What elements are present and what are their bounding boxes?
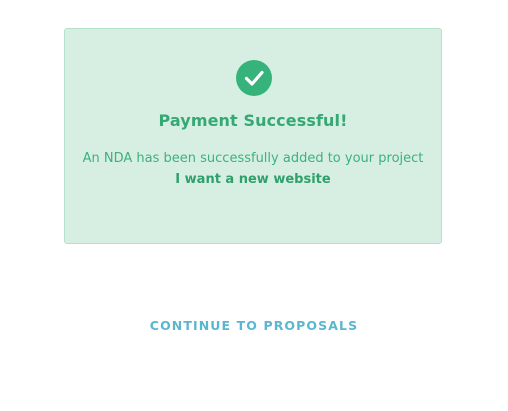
payment-success-card: Payment Successful! An NDA has been succ… xyxy=(64,28,442,244)
payment-success-message: An NDA has been successfully added to yo… xyxy=(65,148,441,190)
nda-added-text: An NDA has been successfully added to yo… xyxy=(82,151,424,166)
project-name: I want a new website xyxy=(175,172,331,187)
payment-success-title: Payment Successful! xyxy=(158,111,348,130)
check-circle-icon xyxy=(236,60,272,96)
continue-to-proposals-link[interactable]: CONTINUE TO PROPOSALS xyxy=(0,318,508,333)
